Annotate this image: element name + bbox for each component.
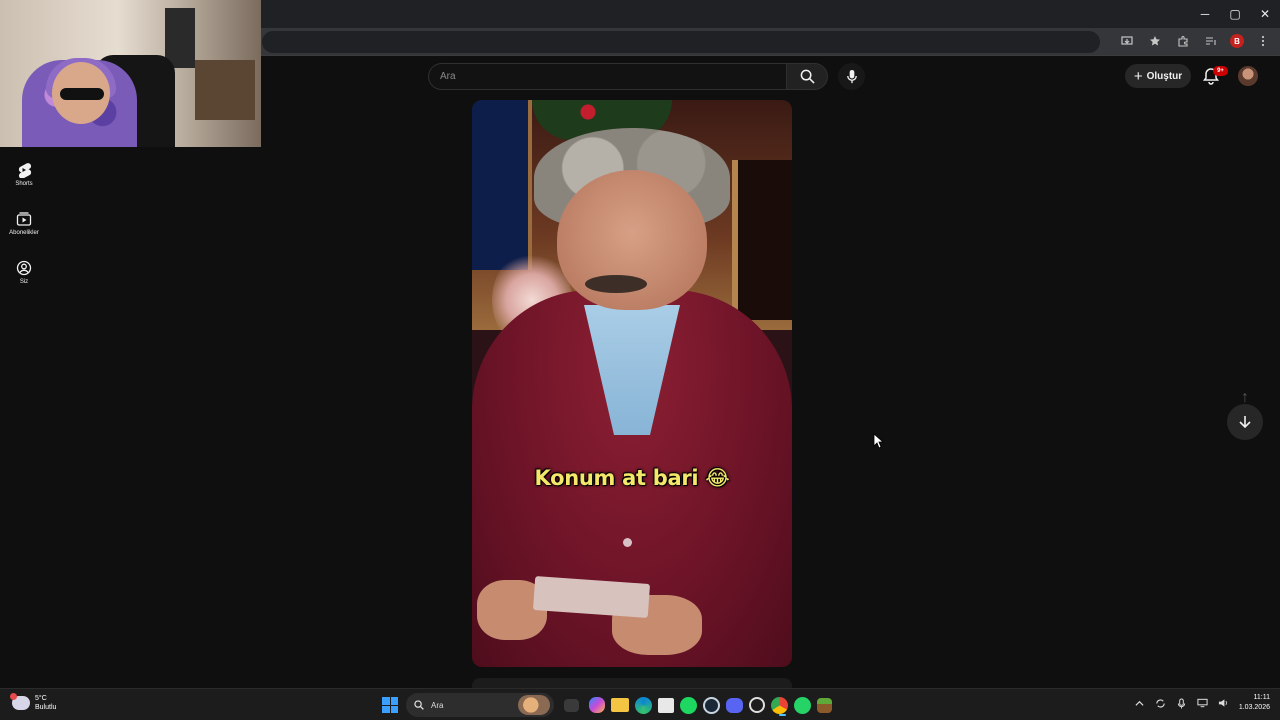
copilot-icon[interactable] bbox=[589, 697, 605, 713]
system-tray: 11:11 1.03.2026 bbox=[1134, 693, 1270, 713]
sidebar-item-shorts[interactable]: Shorts bbox=[0, 150, 48, 199]
clock-date: 1.03.2026 bbox=[1238, 704, 1270, 711]
create-label: Oluştur bbox=[1146, 70, 1183, 82]
extensions-icon[interactable] bbox=[1174, 32, 1192, 50]
search-icon bbox=[414, 700, 424, 710]
search-highlight-image bbox=[518, 695, 550, 715]
weather-widget[interactable]: 5°C Bulutlu bbox=[10, 693, 56, 712]
discord-icon[interactable] bbox=[726, 697, 743, 713]
spotify-icon[interactable] bbox=[680, 696, 697, 714]
media-controls-icon[interactable] bbox=[1202, 32, 1220, 50]
weather-description: Bulutlu bbox=[35, 704, 57, 711]
search-input[interactable] bbox=[428, 63, 786, 90]
sidebar-item-label: Shorts bbox=[15, 181, 33, 187]
clock-time: 11:11 bbox=[1253, 694, 1270, 701]
webcam-glasses bbox=[60, 88, 104, 100]
next-short-button[interactable] bbox=[1227, 404, 1263, 440]
browser-menu-icon[interactable] bbox=[1254, 32, 1272, 50]
weather-temperature: 5°C bbox=[35, 695, 47, 702]
avatar[interactable] bbox=[1238, 66, 1258, 86]
active-app-indicator bbox=[779, 713, 786, 716]
weather-alert-dot bbox=[10, 693, 17, 700]
webcam-overlay bbox=[0, 0, 261, 147]
edge-icon[interactable] bbox=[635, 696, 652, 714]
sync-icon[interactable] bbox=[1155, 697, 1167, 709]
sidebar-item-label: Siz bbox=[19, 279, 29, 285]
sidebar-item-label: Abonelikler bbox=[9, 230, 39, 236]
shorts-icon bbox=[18, 163, 32, 178]
search-icon bbox=[800, 69, 815, 84]
file-explorer-icon[interactable] bbox=[611, 698, 629, 712]
search-button[interactable] bbox=[786, 63, 828, 90]
plus-icon: + bbox=[1133, 67, 1143, 85]
chatgpt-icon[interactable] bbox=[749, 697, 765, 713]
short-video-player[interactable]: Konum at bari 😂 bbox=[472, 100, 792, 667]
volume-icon[interactable] bbox=[1218, 697, 1230, 709]
next-short-preview[interactable] bbox=[472, 678, 792, 688]
taskbar-search[interactable]: Ara bbox=[406, 693, 554, 717]
windows-taskbar: 5°C Bulutlu Ara 11:11 1.03.2026 bbox=[0, 688, 1280, 720]
notification-badge: 9+ bbox=[1213, 66, 1228, 76]
start-button[interactable] bbox=[380, 695, 400, 715]
task-view-icon[interactable] bbox=[564, 698, 579, 712]
subscriptions-icon bbox=[16, 212, 32, 226]
weather-text: 5°C Bulutlu bbox=[35, 694, 56, 712]
video-window bbox=[472, 100, 532, 270]
create-button[interactable]: + Oluştur bbox=[1125, 64, 1191, 88]
mouse-cursor-icon bbox=[873, 433, 885, 449]
video-caption: Konum at bari 😂 bbox=[534, 466, 730, 490]
window-controls: ─ ▢ ✕ bbox=[1190, 0, 1280, 28]
webcam-shelf bbox=[195, 60, 255, 120]
install-app-icon[interactable] bbox=[1118, 32, 1136, 50]
address-bar[interactable] bbox=[262, 31, 1100, 53]
microphone-icon bbox=[846, 69, 857, 84]
cloud-icon bbox=[10, 693, 30, 710]
sidebar-item-subscriptions[interactable]: Abonelikler bbox=[0, 199, 48, 248]
webcam-poster bbox=[165, 8, 195, 68]
sidebar-item-you[interactable]: Siz bbox=[0, 248, 48, 297]
whatsapp-icon[interactable] bbox=[794, 696, 811, 714]
account-icon bbox=[16, 260, 32, 276]
microphone-icon[interactable] bbox=[1176, 697, 1188, 709]
voice-search-button[interactable] bbox=[838, 63, 865, 90]
steam-icon[interactable] bbox=[703, 696, 720, 714]
minimize-button[interactable]: ─ bbox=[1190, 0, 1220, 28]
taskbar-search-label: Ara bbox=[431, 700, 444, 710]
network-icon[interactable] bbox=[1197, 697, 1209, 709]
video-cardigan-button bbox=[623, 538, 632, 547]
microsoft-store-icon[interactable] bbox=[658, 697, 674, 713]
search-box bbox=[428, 63, 828, 90]
video-door-frame bbox=[732, 160, 792, 320]
sidebar: Shorts Abonelikler Siz bbox=[0, 150, 48, 297]
chrome-icon[interactable] bbox=[771, 696, 788, 716]
video-mustache bbox=[585, 275, 647, 293]
bookmark-star-icon[interactable] bbox=[1146, 32, 1164, 50]
desktop-screen: ─ ▢ ✕ B Shorts Abonelikler Siz Ara + Olu… bbox=[0, 0, 1280, 720]
taskbar-apps: Ara bbox=[380, 692, 832, 718]
profile-avatar[interactable]: B bbox=[1230, 34, 1244, 48]
arrow-down-icon bbox=[1239, 416, 1251, 429]
tab-strip[interactable] bbox=[262, 0, 1170, 28]
chevron-up-icon[interactable] bbox=[1134, 697, 1146, 709]
close-button[interactable]: ✕ bbox=[1250, 0, 1280, 28]
restore-button[interactable]: ▢ bbox=[1220, 0, 1250, 28]
minecraft-icon[interactable] bbox=[817, 697, 832, 713]
taskbar-clock[interactable]: 11:11 1.03.2026 bbox=[1239, 693, 1270, 713]
toolbar-actions: B bbox=[1118, 32, 1272, 50]
